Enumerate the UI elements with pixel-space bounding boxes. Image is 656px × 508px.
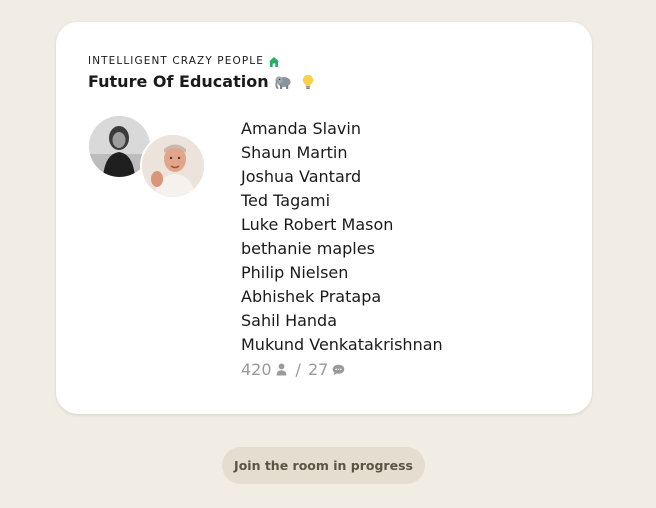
house-icon [268,53,280,67]
speaker-name[interactable]: Ted Tagami [241,189,443,213]
listener-count: 420 [241,360,272,379]
club-row: INTELLIGENT CRAZY PEOPLE [88,55,280,67]
room-title: Future Of Education [88,72,269,91]
speaker-list: Amanda Slavin Shaun Martin Joshua Vantar… [241,117,443,357]
speaker-name[interactable]: Luke Robert Mason [241,213,443,237]
speaker-name[interactable]: Sahil Handa [241,309,443,333]
speaker-name[interactable]: Amanda Slavin [241,117,443,141]
join-room-button[interactable]: Join the room in progress [222,447,425,484]
room-card[interactable]: INTELLIGENT CRAZY PEOPLE Future Of Educa… [56,22,592,414]
speaker-name[interactable]: Abhishek Pratapa [241,285,443,309]
chat-bubble-icon [332,364,345,376]
room-stats: 420 / 27 [241,360,345,379]
speaker-name[interactable]: Mukund Venkatakrishnan [241,333,443,357]
room-title-row: Future Of Education [88,72,317,91]
lightbulb-icon [299,73,317,91]
club-name: INTELLIGENT CRAZY PEOPLE [88,55,264,67]
speaker-name[interactable]: Joshua Vantard [241,165,443,189]
stats-separator: / [295,360,301,379]
speaker-name[interactable]: Philip Nielsen [241,261,443,285]
speaker-name[interactable]: Shaun Martin [241,141,443,165]
speaker-count: 27 [307,360,329,379]
speaker-avatar-2[interactable] [140,133,206,199]
speaker-name[interactable]: bethanie maples [241,237,443,261]
person-icon [276,363,287,376]
elephant-icon [274,73,293,91]
